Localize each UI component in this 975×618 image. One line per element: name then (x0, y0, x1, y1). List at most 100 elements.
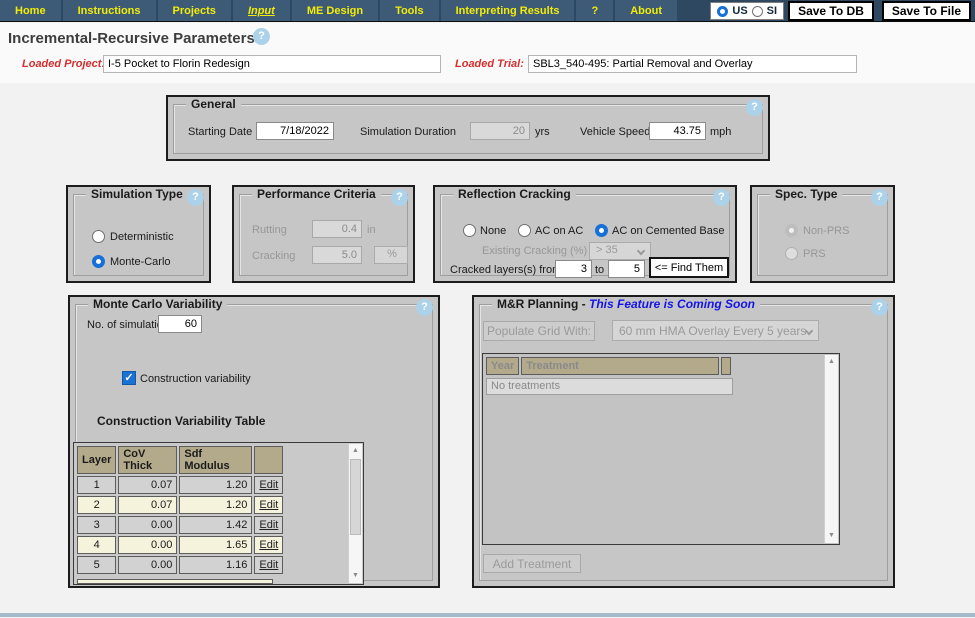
table-row: 4 0.00 1.65 Edit (77, 536, 284, 554)
us-radio-label: US (732, 5, 748, 17)
edit-link[interactable]: Edit (259, 479, 278, 491)
monte-carlo-help-icon[interactable]: ? (416, 299, 433, 316)
scroll-up-icon: ▲ (828, 358, 835, 365)
scroll-thumb[interactable] (350, 459, 361, 535)
loaded-trial-field[interactable] (528, 55, 857, 73)
table-row: 1 0.07 1.20 Edit (77, 476, 284, 494)
cov-cell: 0.00 (118, 516, 178, 534)
nav-home[interactable]: Home (0, 0, 61, 21)
construction-variability-label[interactable]: Construction variability (140, 373, 251, 385)
cov-cell: 0.07 (118, 476, 178, 494)
performance-criteria-groupbox: Performance Criteria ? Rutting in Cracki… (232, 185, 415, 283)
treatments-scrollbar: ▲ ▼ (824, 355, 838, 543)
layer-cell: 1 (77, 476, 117, 494)
construction-table-title: Construction Variability Table (97, 414, 266, 428)
layer-cell: 4 (77, 536, 117, 554)
nav-instructions[interactable]: Instructions (62, 0, 156, 21)
loaded-project-field[interactable] (103, 55, 441, 73)
scroll-down-icon: ▼ (828, 532, 835, 539)
ac-on-cemented-base-radio[interactable] (595, 224, 608, 237)
construction-table: Layer CoV Thick Sdf Modulus 1 0.07 1.20 … (75, 444, 285, 576)
rutting-unit-label: in (367, 224, 376, 236)
simulation-type-help-icon[interactable]: ? (187, 189, 204, 206)
populate-grid-button: Populate Grid With: (483, 321, 595, 341)
nav-projects[interactable]: Projects (157, 0, 231, 21)
scroll-down-icon[interactable]: ▼ (349, 569, 362, 583)
cracked-to-field[interactable] (608, 260, 645, 278)
loaded-trial-label: Loaded Trial: (455, 58, 524, 70)
populate-grid-value: 60 mm HMA Overlay Every 5 years (619, 324, 807, 338)
ac-on-ac-radio-label[interactable]: AC on AC (535, 225, 583, 237)
coming-soon-text: This Feature is Coming Soon (589, 297, 756, 311)
deterministic-radio[interactable] (92, 230, 105, 243)
cracked-from-field[interactable] (555, 260, 592, 278)
simulation-type-legend: Simulation Type (86, 187, 188, 201)
sdf-cell: 1.20 (179, 476, 253, 494)
starting-date-field[interactable] (256, 122, 334, 140)
performance-criteria-help-icon[interactable]: ? (391, 189, 408, 206)
sdf-cell: 1.65 (179, 536, 253, 554)
cracked-layers-label: Cracked layers(s) from (450, 264, 562, 276)
nav-input[interactable]: Input (232, 0, 290, 21)
layer-cell: 2 (77, 496, 117, 514)
loaded-project-label: Loaded Project: (22, 58, 106, 70)
layer-cell: 5 (77, 556, 117, 574)
find-them-button[interactable]: <= Find Them (649, 257, 729, 278)
edit-link[interactable]: Edit (259, 519, 278, 531)
mr-planning-legend: M&R Planning - This Feature is Coming So… (492, 297, 761, 311)
nav-interpreting-results[interactable]: Interpreting Results (440, 0, 575, 21)
general-legend: General (186, 97, 241, 111)
simulation-duration-label: Simulation Duration (360, 126, 456, 138)
save-to-db-button[interactable]: Save To DB (788, 1, 874, 21)
nav-me-design[interactable]: ME Design (291, 0, 379, 21)
rutting-field (312, 220, 362, 238)
rutting-label: Rutting (252, 224, 287, 236)
spec-type-legend: Spec. Type (770, 187, 843, 201)
sdf-cell: 1.20 (179, 496, 253, 514)
edit-link[interactable]: Edit (259, 559, 278, 571)
us-radio[interactable] (717, 5, 729, 17)
mr-planning-help-icon[interactable]: ? (871, 299, 888, 316)
si-radio[interactable] (751, 5, 763, 17)
non-prs-radio (785, 224, 798, 237)
nav-help[interactable]: ? (576, 0, 614, 21)
cov-thick-header: CoV Thick (118, 446, 178, 474)
ac-on-cemented-base-radio-label[interactable]: AC on Cemented Base (612, 225, 725, 237)
existing-cracking-label: Existing Cracking (%) (482, 245, 588, 257)
num-simulations-field[interactable] (158, 315, 202, 333)
cov-cell: 0.00 (118, 536, 178, 554)
construction-variability-checkbox[interactable]: ✓ (122, 371, 136, 385)
cracking-label: Cracking (252, 250, 296, 262)
edit-link[interactable]: Edit (259, 539, 278, 551)
general-help-icon[interactable]: ? (746, 99, 763, 116)
monte-carlo-radio-label[interactable]: Monte-Carlo (110, 256, 171, 268)
save-to-file-button[interactable]: Save To File (881, 1, 971, 21)
treatments-table: Year Treatment (484, 355, 733, 377)
nav-tools[interactable]: Tools (380, 0, 439, 21)
none-radio[interactable] (463, 224, 476, 237)
existing-cracking-dropdown: > 35 (589, 242, 651, 260)
vehicle-speed-label: Vehicle Speed (580, 126, 651, 138)
table-row: 3 0.00 1.42 Edit (77, 516, 284, 534)
nav-about[interactable]: About (615, 0, 677, 21)
page-title: Incremental-Recursive Parameters (8, 30, 255, 47)
page-help-icon[interactable]: ? (253, 28, 270, 45)
vehicle-speed-field[interactable] (649, 122, 706, 140)
general-groupbox: General ? Starting Date Simulation Durat… (166, 95, 770, 161)
ac-on-ac-radio[interactable] (518, 224, 531, 237)
reflection-cracking-help-icon[interactable]: ? (713, 189, 730, 206)
cov-cell: 0.00 (118, 556, 178, 574)
monte-carlo-variability-groupbox: Monte Carlo Variability ? No. of simulat… (68, 295, 440, 588)
monte-carlo-radio[interactable] (92, 255, 105, 268)
prs-radio (785, 247, 798, 260)
deterministic-radio-label[interactable]: Deterministic (110, 231, 174, 243)
construction-table-scrollbar[interactable]: ▲ ▼ (348, 444, 362, 583)
edit-link[interactable]: Edit (259, 499, 278, 511)
populate-grid-dropdown: 60 mm HMA Overlay Every 5 years (612, 320, 819, 341)
edit-header (254, 446, 284, 474)
spec-type-help-icon[interactable]: ? (871, 189, 888, 206)
mr-planning-groupbox: M&R Planning - This Feature is Coming So… (472, 295, 895, 588)
none-radio-label[interactable]: None (480, 225, 506, 237)
year-header: Year (486, 357, 520, 375)
scroll-up-icon[interactable]: ▲ (349, 444, 362, 458)
